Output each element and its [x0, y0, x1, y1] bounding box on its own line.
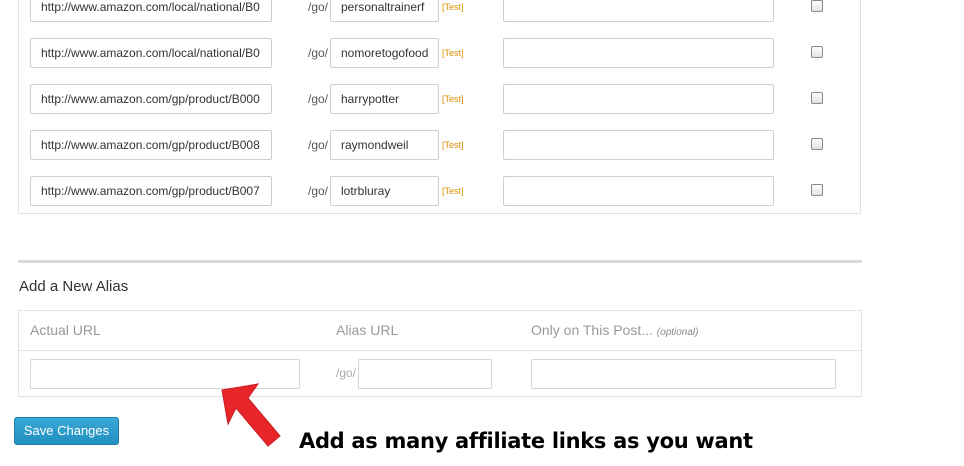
alias-url-input[interactable]: harrypotter: [330, 84, 439, 114]
alias-url-column-header: Alias URL: [336, 322, 399, 338]
save-changes-button[interactable]: Save Changes: [14, 417, 119, 445]
go-prefix: /go/: [308, 92, 329, 106]
alias-row: http://www.amazon.com/local/national/B0 …: [19, 0, 860, 22]
actual-url-input[interactable]: http://www.amazon.com/gp/product/B000: [30, 84, 272, 114]
red-arrow-icon: [221, 383, 281, 447]
post-input[interactable]: [503, 38, 774, 68]
delete-checkbox[interactable]: [811, 0, 823, 12]
actual-url-column-header: Actual URL: [30, 322, 101, 338]
actual-url-input[interactable]: http://www.amazon.com/gp/product/B008: [30, 130, 272, 160]
test-link[interactable]: [Test]: [442, 0, 464, 22]
alias-row: http://www.amazon.com/gp/product/B008 /g…: [19, 130, 860, 160]
test-link[interactable]: [Test]: [442, 130, 464, 160]
post-column-label: Only on This Post...: [531, 322, 653, 338]
delete-checkbox[interactable]: [811, 138, 823, 150]
new-alias-header: Actual URL Alias URL Only on This Post..…: [19, 311, 861, 351]
test-link[interactable]: [Test]: [442, 176, 464, 206]
post-input[interactable]: [503, 0, 774, 22]
go-prefix: /go/: [308, 46, 329, 60]
alias-row: http://www.amazon.com/gp/product/B007 /g…: [19, 176, 860, 206]
alias-url-input[interactable]: personaltrainerf: [330, 0, 439, 22]
test-link[interactable]: [Test]: [442, 38, 464, 68]
optional-label: (optional): [656, 327, 699, 338]
post-input[interactable]: [503, 84, 774, 114]
post-input[interactable]: [503, 176, 774, 206]
new-alias-heading: Add a New Alias: [19, 278, 129, 295]
go-prefix: /go/: [308, 184, 329, 198]
alias-url-input[interactable]: nomoretogofood: [330, 38, 439, 68]
alias-row: http://www.amazon.com/gp/product/B000 /g…: [19, 84, 860, 114]
delete-checkbox[interactable]: [811, 184, 823, 196]
actual-url-input[interactable]: http://www.amazon.com/gp/product/B007: [30, 176, 272, 206]
actual-url-input[interactable]: http://www.amazon.com/local/national/B0: [30, 0, 272, 22]
go-prefix: /go/: [308, 0, 329, 14]
post-column-header: Only on This Post... (optional): [531, 322, 699, 338]
alias-row: http://www.amazon.com/local/national/B0 …: [19, 38, 860, 68]
new-post-input[interactable]: [531, 359, 836, 389]
alias-url-input[interactable]: lotrbluray: [330, 176, 439, 206]
post-input[interactable]: [503, 130, 774, 160]
new-alias-form: Actual URL Alias URL Only on This Post..…: [18, 310, 862, 397]
section-divider: [18, 260, 862, 263]
delete-checkbox[interactable]: [811, 46, 823, 58]
go-prefix: /go/: [336, 366, 357, 380]
go-prefix: /go/: [308, 138, 329, 152]
new-alias-url-input[interactable]: [358, 359, 492, 389]
alias-url-input[interactable]: raymondweil: [330, 130, 439, 160]
alias-table: http://www.amazon.com/local/national/B0 …: [18, 0, 861, 214]
delete-checkbox[interactable]: [811, 92, 823, 104]
test-link[interactable]: [Test]: [442, 84, 464, 114]
annotation-text: Add as many affiliate links as you want: [299, 429, 753, 453]
actual-url-input[interactable]: http://www.amazon.com/local/national/B0: [30, 38, 272, 68]
